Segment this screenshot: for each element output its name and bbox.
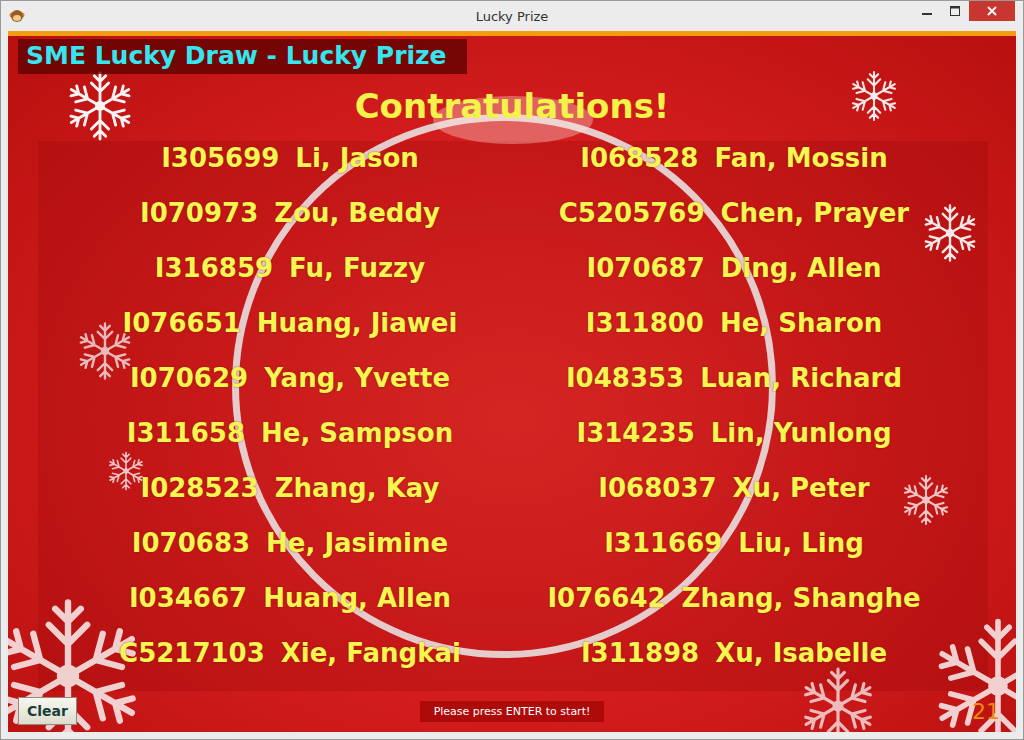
winner-entry: C5205769 Chen, Prayer — [512, 186, 956, 241]
winner-name: Chen, Prayer — [721, 198, 910, 228]
winner-entry: I070629 Yang, Yvette — [68, 351, 512, 406]
winner-id: I070687 — [587, 253, 705, 283]
winner-id: I068528 — [580, 143, 698, 173]
app-window: Lucky Prize SME Lucky Draw - Lucky Prize C… — [0, 0, 1024, 740]
winner-id: I068037 — [598, 473, 716, 503]
winner-id: I076651 — [123, 308, 241, 338]
winner-entry: I305699 Li, Jason — [68, 131, 512, 186]
winner-name: Li, Jason — [295, 143, 418, 173]
winner-entry: I076642 Zhang, Shanghe — [512, 571, 956, 626]
winner-name: Fu, Fuzzy — [289, 253, 425, 283]
status-message: Please press ENTER to start! — [420, 701, 605, 722]
congratulations-heading: Contratulations! — [8, 74, 1016, 131]
winner-name: Huang, Jiawei — [257, 308, 458, 338]
winner-name: Ding, Allen — [721, 253, 882, 283]
winner-id: C5217103 — [119, 638, 265, 668]
winner-id: I070629 — [130, 363, 248, 393]
winner-entry: I048353 Luan, Richard — [512, 351, 956, 406]
maximize-icon — [950, 6, 960, 16]
winner-name: Huang, Allen — [263, 583, 451, 613]
maximize-button[interactable] — [941, 1, 969, 21]
close-icon — [987, 6, 997, 16]
winner-name: Zhang, Kay — [275, 473, 440, 503]
winner-id: I028523 — [140, 473, 258, 503]
winner-id: I311800 — [586, 308, 704, 338]
snowflake-icon — [848, 70, 900, 122]
winner-id: I070683 — [132, 528, 250, 558]
minimize-button[interactable] — [913, 1, 941, 21]
winner-name: Liu, Ling — [738, 528, 864, 558]
winner-entry: I070683 He, Jasimine — [68, 516, 512, 571]
winner-name: Yang, Yvette — [264, 363, 450, 393]
header-title: SME Lucky Draw - Lucky Prize — [26, 41, 447, 70]
winner-entry: I070687 Ding, Allen — [512, 241, 956, 296]
title-bar: Lucky Prize — [1, 1, 1023, 31]
snowflake-icon — [900, 474, 952, 526]
prize-board: SME Lucky Draw - Lucky Prize Contratulati… — [8, 31, 1016, 732]
winner-name: Zou, Beddy — [274, 198, 440, 228]
winner-entry: I076651 Huang, Jiawei — [68, 296, 512, 351]
winner-entry: I311658 He, Sampson — [68, 406, 512, 461]
winner-id: I034667 — [129, 583, 247, 613]
snowflake-icon — [106, 451, 146, 491]
winner-entry: I311669 Liu, Ling — [512, 516, 956, 571]
winner-id: I316859 — [155, 253, 273, 283]
winner-list: I305699 Li, Jason I068528 Fan, Mossin I07097… — [8, 131, 1016, 690]
winner-entry: I068528 Fan, Mossin — [512, 131, 956, 186]
footer-bar: Clear Please press ENTER to start! 21 — [8, 690, 1016, 732]
winner-entry: I311800 He, Sharon — [512, 296, 956, 351]
winner-entry: I316859 Fu, Fuzzy — [68, 241, 512, 296]
winner-entry: C5217103 Xie, Fangkai — [68, 626, 512, 681]
winner-entry: I028523 Zhang, Kay — [68, 461, 512, 516]
winner-id: I311658 — [127, 418, 245, 448]
winner-id: I311898 — [581, 638, 699, 668]
winner-name: Lin, Yunlong — [711, 418, 892, 448]
winner-name: Zhang, Shanghe — [682, 583, 921, 613]
snowflake-icon — [798, 666, 878, 732]
monkey-icon — [9, 8, 25, 24]
winner-id: I314235 — [577, 418, 695, 448]
winner-name: Xie, Fangkai — [281, 638, 461, 668]
winner-name: He, Sharon — [720, 308, 882, 338]
app-header: SME Lucky Draw - Lucky Prize — [18, 39, 467, 74]
winner-entry: I070973 Zou, Beddy — [68, 186, 512, 241]
winner-name: Luan, Richard — [700, 363, 902, 393]
winner-id: I076642 — [547, 583, 665, 613]
winner-name: Xu, Peter — [733, 473, 870, 503]
clear-button[interactable]: Clear — [18, 697, 77, 725]
winner-name: He, Jasimine — [266, 528, 448, 558]
winner-name: Xu, Isabelle — [715, 638, 887, 668]
winner-id: I070973 — [140, 198, 258, 228]
winner-name: Fan, Mossin — [714, 143, 887, 173]
snowflake-icon — [920, 203, 980, 263]
winner-id: I305699 — [161, 143, 279, 173]
draw-count: 21 — [972, 699, 1006, 724]
snowflake-icon — [64, 70, 136, 142]
winner-id: C5205769 — [559, 198, 705, 228]
winner-entry: I311898 Xu, Isabelle — [512, 626, 956, 681]
window-title: Lucky Prize — [476, 9, 549, 24]
close-button[interactable] — [969, 1, 1015, 21]
winner-id: I048353 — [566, 363, 684, 393]
minimize-icon — [922, 6, 932, 16]
winner-name: He, Sampson — [261, 418, 453, 448]
winner-id: I311669 — [604, 528, 722, 558]
winner-entry: I068037 Xu, Peter — [512, 461, 956, 516]
winner-entry: I034667 Huang, Allen — [68, 571, 512, 626]
winner-entry: I314235 Lin, Yunlong — [512, 406, 956, 461]
